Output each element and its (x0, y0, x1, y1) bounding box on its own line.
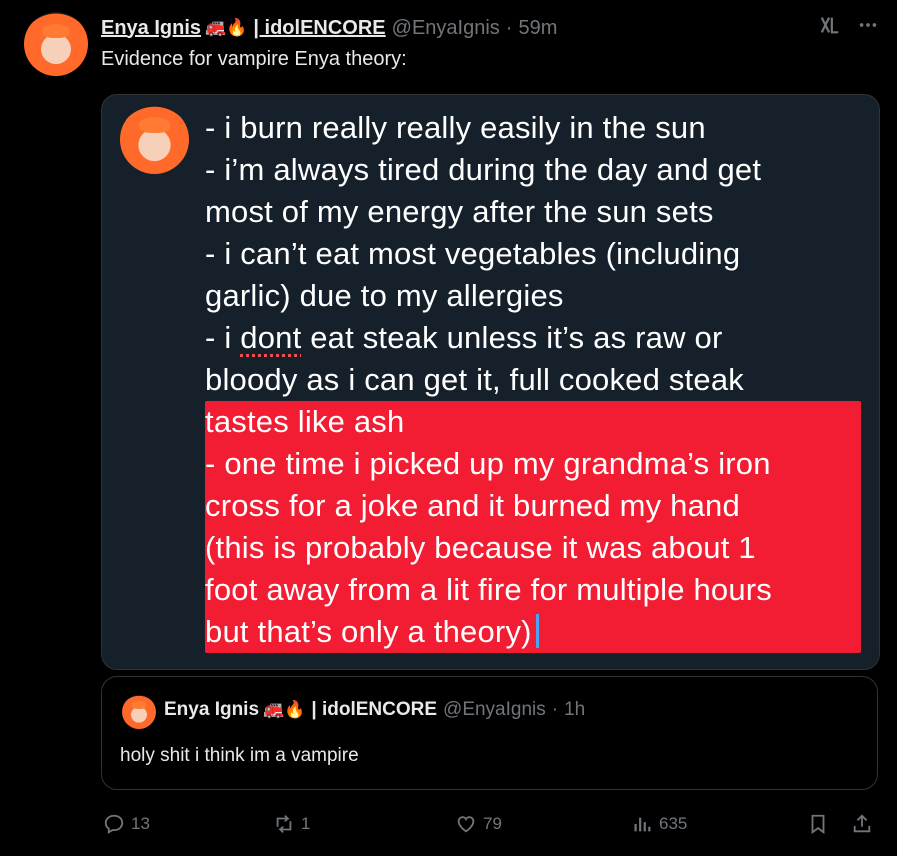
media-line: foot away from a lit fire for multiple h… (205, 572, 773, 607)
quote-author-suffix: | idolENCORE (311, 699, 438, 720)
media-line: bloody as i can get it, full cooked stea… (205, 362, 744, 397)
bookmark-icon (811, 814, 825, 835)
quote-avatar (122, 695, 156, 729)
share-icon (853, 814, 871, 833)
ellipsis-icon[interactable] (857, 14, 879, 42)
tweet[interactable]: Enya Ignis 🚒🔥 | idolENCORE @EnyaIgnis · … (0, 0, 897, 856)
repost-button[interactable]: 1 (273, 813, 310, 835)
grok-icon[interactable] (819, 14, 841, 42)
media-avatar (120, 105, 189, 174)
reply-button[interactable]: 13 (103, 813, 150, 835)
quote-author-emojis: 🚒🔥 (263, 700, 306, 720)
repost-count: 1 (301, 814, 311, 833)
quote-text: holy shit i think im a vampire (120, 745, 359, 766)
media-line: (this is probably because it was about 1 (205, 530, 756, 565)
quote-separator: · (551, 699, 559, 720)
like-count: 79 (483, 814, 502, 833)
quote-handle: @EnyaIgnis (443, 699, 546, 720)
media-text-run: eat steak unless it’s as raw or (301, 320, 723, 355)
quoted-tweet[interactable]: Enya Ignis 🚒🔥 | idolENCORE @EnyaIgnis · … (101, 676, 878, 790)
bookmark-button[interactable] (807, 813, 829, 835)
like-button[interactable]: 79 (455, 813, 502, 835)
text-caret (535, 614, 539, 648)
media-text-run: tastes (205, 404, 298, 439)
media-line: tastes like ash (205, 401, 865, 443)
author-name[interactable]: Enya Ignis (101, 17, 201, 40)
author-handle[interactable]: @EnyaIgnis (392, 17, 500, 40)
highlighted-text: like ash (297, 404, 405, 439)
repost-icon (276, 815, 292, 833)
media-line: - i’m always tired during the day and ge… (205, 152, 762, 187)
media-line: - i burn really really easily in the sun (205, 110, 706, 145)
action-bar: 13 1 79 635 (101, 806, 881, 842)
media-line: but that’s only a theory) (205, 611, 865, 653)
media-line: - one time i picked up my grandma’s iron (205, 446, 771, 481)
tweet-header: Enya Ignis 🚒🔥 | idolENCORE @EnyaIgnis · … (101, 14, 557, 42)
quote-time: 1h (564, 699, 586, 720)
author-avatar[interactable] (24, 12, 88, 76)
author-emojis: 🚒🔥 (205, 18, 248, 38)
media-line: - i dont eat steak unless it’s as raw or (205, 317, 865, 359)
reply-icon (104, 814, 124, 834)
view-count: 635 (659, 814, 688, 833)
media-line: most of my energy after the sun sets (205, 194, 714, 229)
media-text-run: but that’s only a theory) (205, 614, 532, 649)
quote-author-name: Enya Ignis (164, 699, 260, 720)
tweet-text: Evidence for vampire Enya theory: (101, 48, 407, 70)
share-button[interactable] (851, 813, 873, 835)
heart-icon (457, 816, 475, 833)
header-tools (819, 14, 879, 42)
misspelled-word: dont (240, 320, 302, 355)
media-line: garlic) due to my allergies (205, 278, 564, 313)
post-time[interactable]: 59m (518, 17, 557, 40)
author-suffix[interactable]: | idolENCORE (253, 17, 385, 40)
media-image[interactable]: - i burn really really easily in the sun… (101, 94, 880, 670)
media-line: - i can’t eat most vegetables (including (205, 236, 741, 271)
media-text: - i burn really really easily in the sun… (205, 107, 865, 653)
media-line: cross for a joke and it burned my hand (205, 488, 740, 523)
analytics-icon (634, 817, 651, 832)
quote-header: Enya Ignis 🚒🔥 | idolENCORE @EnyaIgnis · … (164, 699, 585, 721)
views-button[interactable]: 635 (631, 813, 687, 835)
reply-count: 13 (131, 814, 150, 833)
media-text-run: - i (205, 320, 241, 355)
separator-dot: · (505, 16, 513, 39)
